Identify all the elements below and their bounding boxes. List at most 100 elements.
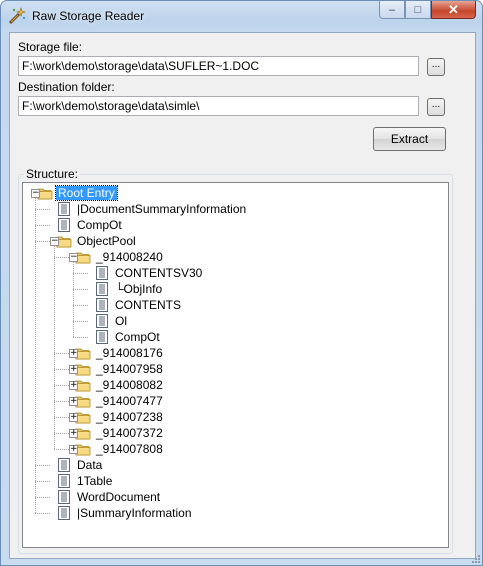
extract-button[interactable]: Extract [373, 127, 446, 151]
tree-folder-node[interactable]: _914007372 [75, 425, 165, 441]
document-icon [56, 473, 72, 489]
tree-stream-node[interactable]: CONTENTS [94, 297, 183, 313]
close-button[interactable]: ✕ [431, 1, 476, 19]
tree-folder-node[interactable]: ObjectPool [56, 233, 138, 249]
document-icon [94, 329, 110, 345]
minus-icon[interactable]: − [69, 253, 78, 262]
tree-connector [54, 417, 69, 418]
tree-node-label: Root Entry [55, 185, 118, 201]
tree-folder-node[interactable]: _914008176 [75, 345, 165, 361]
window-controls: – □ ✕ [379, 1, 476, 20]
minimize-icon: – [388, 3, 396, 16]
close-icon: ✕ [448, 1, 459, 17]
plus-icon[interactable]: + [69, 413, 78, 422]
tree-node-label: _914008176 [96, 346, 163, 360]
tree-connector [35, 465, 50, 466]
tree-connector [73, 305, 88, 306]
tree-node-label: |DocumentSummaryInformation [77, 202, 247, 216]
tree-connector [35, 513, 50, 514]
tree-stream-node[interactable]: |DocumentSummaryInformation [56, 201, 248, 217]
tree-stream-node[interactable]: Data [56, 457, 104, 473]
tree-stream-node[interactable]: CompOt [56, 217, 124, 233]
plus-icon[interactable]: + [69, 445, 78, 454]
tree-node-label: CompOt [115, 330, 160, 344]
tree-node-label: _914007477 [96, 394, 163, 408]
client-area: Storage file: F:\work\demo\storage\data\… [9, 32, 476, 559]
tree-folder-node[interactable]: _914007958 [75, 361, 165, 377]
document-icon [94, 313, 110, 329]
tree-node-label: _914008082 [96, 378, 163, 392]
tree-node-label: CONTENTS [115, 298, 181, 312]
tree-node-label: CompOt [77, 218, 122, 232]
main-window: Raw Storage Reader – □ ✕ Storage file: F… [0, 0, 483, 566]
maximize-button[interactable]: □ [405, 1, 431, 19]
maximize-icon: □ [414, 3, 422, 16]
window-title: Raw Storage Reader [32, 9, 145, 23]
destination-browse-button[interactable]: ... [427, 98, 445, 116]
tree-node-label: _914008240 [96, 250, 163, 264]
plus-icon[interactable]: + [69, 429, 78, 438]
tree-folder-node[interactable]: _914007808 [75, 441, 165, 457]
tree-node-label: 1Table [77, 474, 113, 488]
tree-connector [54, 257, 69, 258]
tree-node-label: └ObjInfo [115, 282, 163, 296]
storage-file-input[interactable]: F:\work\demo\storage\data\SUFLER~1.DOC [18, 56, 419, 76]
minimize-button[interactable]: – [379, 1, 405, 19]
plus-icon[interactable]: + [69, 381, 78, 390]
tree-stream-node[interactable]: |SummaryInformation [56, 505, 194, 521]
plus-icon[interactable]: + [69, 365, 78, 374]
tree-connector [73, 337, 88, 338]
document-icon [94, 281, 110, 297]
tree-connector [73, 273, 88, 274]
minus-icon[interactable]: − [31, 189, 40, 198]
storage-file-label: Storage file: [18, 40, 83, 54]
destination-folder-input[interactable]: F:\work\demo\storage\data\simle\ [18, 96, 419, 116]
tree-stream-node[interactable]: CONTENTSV30 [94, 265, 204, 281]
tree-stream-node[interactable]: CompOt [94, 329, 162, 345]
plus-icon[interactable]: + [69, 397, 78, 406]
tree-connector [54, 246, 55, 449]
resize-grip-icon[interactable] [470, 553, 480, 563]
tree-folder-node[interactable]: _914008240 [75, 249, 165, 265]
document-icon [56, 489, 72, 505]
document-icon [94, 297, 110, 313]
tree-connector [35, 481, 50, 482]
tree-node-label: _914007372 [96, 426, 163, 440]
document-icon [94, 265, 110, 281]
tree-folder-node[interactable]: Root Entry [37, 185, 118, 201]
tree-connector [35, 198, 36, 513]
minus-icon[interactable]: − [50, 237, 59, 246]
wand-icon [8, 7, 26, 25]
tree-node-label: CONTENTSV30 [115, 266, 203, 280]
tree-folder-node[interactable]: _914007477 [75, 393, 165, 409]
tree-folder-node[interactable]: _914008082 [75, 377, 165, 393]
tree-stream-node[interactable]: Ol [94, 313, 129, 329]
tree-connector [54, 369, 69, 370]
structure-tree[interactable]: Root Entry − |DocumentSummaryInformation Co… [22, 182, 449, 548]
document-icon [56, 201, 72, 217]
tree-connector [54, 401, 69, 402]
tree-stream-node[interactable]: WordDocument [56, 489, 162, 505]
structure-label: Structure: [24, 167, 81, 181]
tree-connector [54, 433, 69, 434]
tree-connector [54, 385, 69, 386]
document-icon [56, 505, 72, 521]
tree-node-label: |SummaryInformation [77, 506, 192, 520]
plus-icon[interactable]: + [69, 349, 78, 358]
title-bar[interactable]: Raw Storage Reader – □ ✕ [1, 1, 482, 32]
tree-folder-node[interactable]: _914007238 [75, 409, 165, 425]
tree-stream-node[interactable]: └ObjInfo [94, 281, 164, 297]
tree-connector [73, 289, 88, 290]
tree-stream-node[interactable]: 1Table [56, 473, 114, 489]
tree-connector [35, 497, 50, 498]
tree-node-label: WordDocument [77, 490, 161, 504]
tree-connector [35, 209, 50, 210]
tree-node-label: _914007808 [96, 442, 163, 456]
tree-connector [35, 241, 50, 242]
tree-node-label: _914007958 [96, 362, 163, 376]
storage-browse-button[interactable]: ... [427, 58, 445, 76]
document-icon [56, 457, 72, 473]
tree-node-label: Ol [115, 314, 127, 328]
destination-folder-label: Destination folder: [18, 80, 115, 94]
tree-connector [73, 321, 88, 322]
